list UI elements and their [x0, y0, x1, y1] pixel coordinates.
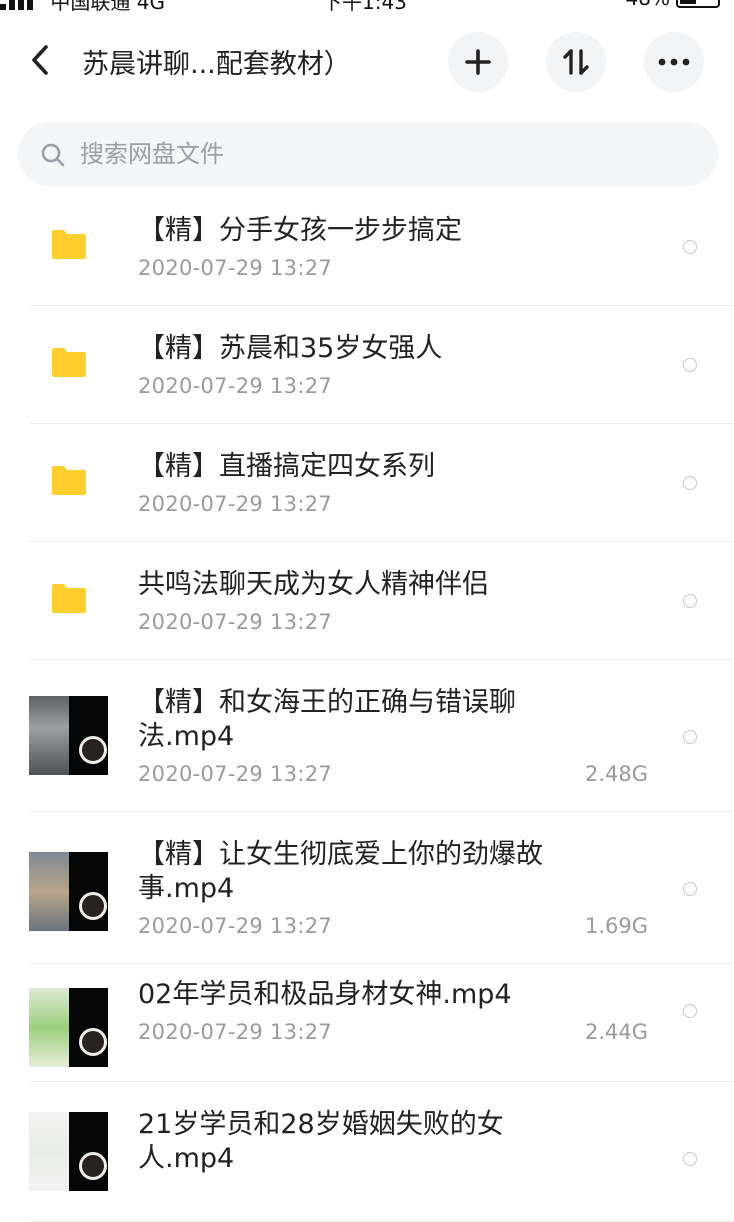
folder-icon — [52, 230, 86, 259]
video-thumbnail — [29, 1112, 108, 1191]
select-radio[interactable] — [683, 1152, 697, 1166]
select-radio[interactable] — [683, 730, 697, 744]
status-left: 中国联通 4G — [0, 0, 165, 15]
signal-icon — [0, 0, 44, 10]
add-button[interactable] — [448, 32, 508, 92]
search-bar[interactable] — [18, 122, 718, 186]
file-date: 2020-07-29 13:27 — [138, 256, 333, 280]
sort-icon — [563, 49, 589, 75]
select-radio[interactable] — [683, 594, 697, 608]
video-row[interactable]: 【精】和女海王的正确与错误聊法.mp4 2020-07-29 13:27 2.4… — [0, 660, 734, 812]
select-radio[interactable] — [683, 358, 697, 372]
file-name: 【精】苏晨和35岁女强人 — [138, 333, 443, 364]
video-thumbnail — [29, 852, 108, 931]
chevron-left-icon — [32, 45, 48, 75]
battery-icon — [676, 0, 720, 8]
file-size: 2.44G — [584, 1020, 648, 1044]
file-date: 2020-07-29 13:27 — [138, 1020, 333, 1044]
video-thumbnail — [29, 696, 108, 775]
sort-button[interactable] — [546, 32, 606, 92]
nav-header: 苏晨讲聊...配套教材） — [0, 26, 734, 96]
carrier-label: 中国联通 — [50, 0, 131, 14]
status-bar: 中国联通 4G 下午1:43 48% — [0, 0, 734, 14]
more-dots-icon — [658, 58, 690, 66]
network-label: 4G — [136, 0, 165, 14]
file-date: 2020-07-29 13:27 — [138, 374, 333, 398]
plus-icon — [465, 49, 491, 75]
folder-icon — [52, 466, 86, 495]
file-name: 共鸣法聊天成为女人精神伴侣 — [138, 569, 489, 600]
select-radio[interactable] — [683, 1004, 697, 1018]
file-date: 2020-07-29 13:27 — [138, 610, 333, 634]
search-input[interactable] — [80, 132, 680, 176]
file-date: 2020-07-29 13:27 — [138, 914, 333, 938]
more-button[interactable] — [644, 32, 704, 92]
video-row[interactable]: 02年学员和极品身材女神.mp4 2020-07-29 13:27 2.44G — [0, 964, 734, 1082]
video-row[interactable]: 21岁学员和28岁婚姻失败的女人.mp4 — [0, 1082, 734, 1222]
select-radio[interactable] — [683, 240, 697, 254]
back-button[interactable] — [24, 40, 60, 80]
video-thumbnail — [29, 988, 108, 1067]
status-right: 48% — [626, 0, 720, 10]
folder-row[interactable]: 【精】分手女孩一步步搞定 2020-07-29 13:27 — [0, 188, 734, 306]
file-name: 【精】让女生彻底爱上你的劲爆故事.mp4 — [138, 839, 543, 904]
file-date: 2020-07-29 13:27 — [138, 492, 333, 516]
folder-row[interactable]: 共鸣法聊天成为女人精神伴侣 2020-07-29 13:27 — [0, 542, 734, 660]
video-row[interactable]: 【精】让女生彻底爱上你的劲爆故事.mp4 2020-07-29 13:27 1.… — [0, 812, 734, 964]
select-radio[interactable] — [683, 476, 697, 490]
select-radio[interactable] — [683, 882, 697, 896]
file-name: 02年学员和极品身材女神.mp4 — [138, 979, 512, 1010]
clock: 下午1:43 — [322, 0, 407, 14]
battery-percent: 48% — [626, 0, 670, 10]
file-size: 2.48G — [584, 762, 648, 786]
file-name: 21岁学员和28岁婚姻失败的女人.mp4 — [138, 1109, 504, 1174]
file-date: 2020-07-29 13:27 — [138, 762, 333, 786]
page-title: 苏晨讲聊...配套教材） — [82, 49, 351, 80]
folder-icon — [52, 584, 86, 613]
file-list: 【精】分手女孩一步步搞定 2020-07-29 13:27 【精】苏晨和35岁女… — [0, 188, 734, 1222]
file-name: 【精】分手女孩一步步搞定 — [138, 215, 462, 246]
file-name: 【精】和女海王的正确与错误聊法.mp4 — [138, 687, 516, 752]
search-icon — [41, 143, 65, 167]
file-name: 【精】直播搞定四女系列 — [138, 451, 435, 482]
folder-row[interactable]: 【精】直播搞定四女系列 2020-07-29 13:27 — [0, 424, 734, 542]
folder-row[interactable]: 【精】苏晨和35岁女强人 2020-07-29 13:27 — [0, 306, 734, 424]
folder-icon — [52, 348, 86, 377]
file-size: 1.69G — [584, 914, 648, 938]
